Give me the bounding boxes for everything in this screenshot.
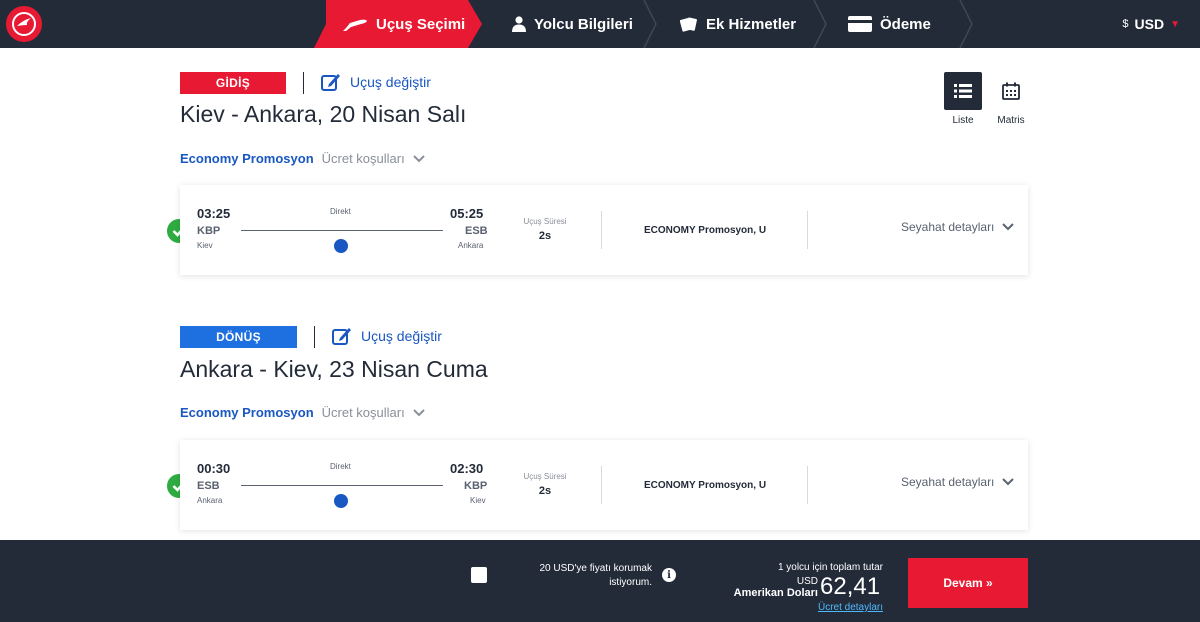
arrival-time: 02:30 [450,461,484,476]
tickets-icon [680,17,697,32]
top-navigation: Uçuş Seçimi Yolcu Bilgileri Ek Hizmetler… [0,0,1200,48]
step-label: Yolcu Bilgileri [534,15,633,33]
matrix-view-label: Matris [997,115,1025,126]
credit-card-icon [848,16,872,32]
arrival-time: 05:25 [450,206,484,221]
airline-logo-icon [334,239,348,253]
total-price-amount: 62,41 [820,573,881,600]
flight-route-line [241,230,443,231]
duration-label: Uçuş Süresi [523,217,567,226]
outbound-flight-card[interactable]: 03:25 KBP Kiev Direkt 05:25 ESB Ankara U… [180,185,1028,275]
change-return-flight-link[interactable]: Uçuş değiştir [331,325,442,347]
arrival-city: Ankara [458,241,484,250]
total-price-label: 1 yolcu için toplam tutar [777,562,883,573]
cabin-class: ECONOMY Promosyon, U [644,225,767,236]
step-payment[interactable]: Ödeme [848,0,931,48]
change-flight-label: Uçuş değiştir [361,328,442,344]
edit-icon [332,328,351,345]
departure-time: 00:30 [197,461,231,476]
list-view-button[interactable] [944,72,982,110]
divider [314,326,315,348]
flight-duration: 2s [538,485,552,497]
fare-conditions-link[interactable]: Ücret koşulları [322,151,405,166]
divider [601,211,602,249]
currency-selector[interactable]: $ USD ▼ [1122,0,1180,48]
arrival-city: Kiev [470,496,486,505]
flight-route-line [241,485,443,486]
person-icon [512,16,526,32]
divider [303,72,304,94]
fare-conditions-link[interactable]: Ücret koşulları [322,405,405,420]
list-view-label: Liste [952,115,974,126]
cabin-class: ECONOMY Promosyon, U [644,480,767,491]
currency-symbol: $ [1122,18,1129,30]
duration-label: Uçuş Süresi [523,472,567,481]
step-separator [813,0,827,48]
edit-icon [321,74,340,91]
list-icon [954,84,972,98]
total-currency-name: Amerikan Doları [733,587,818,599]
chevron-down-icon[interactable] [413,408,425,417]
turkish-airlines-logo-icon[interactable] [6,6,42,42]
step-label: Uçuş Seçimi [376,15,466,33]
departure-airport-code: KBP [197,225,221,237]
info-icon[interactable]: i [662,568,676,582]
outbound-fare-info: Economy Promosyon Ücret koşulları [180,151,425,166]
flight-type: Direkt [330,462,351,471]
chevron-down-icon [1002,478,1015,486]
return-route-title: Ankara - Kiev, 23 Nisan Cuma [180,356,488,382]
departure-airport-code: ESB [197,480,220,492]
step-separator [643,0,657,48]
chevron-down-icon [1002,223,1015,231]
travel-details-label: Seyahat detayları [901,475,995,489]
matrix-view-button[interactable] [992,72,1030,110]
step-label: Ek Hizmetler [706,15,797,33]
step-separator [959,0,973,48]
step-passenger-info[interactable]: Yolcu Bilgileri [512,0,633,48]
step-extra-services[interactable]: Ek Hizmetler [680,0,796,48]
chevron-down-icon[interactable] [413,154,425,163]
outbound-route-title: Kiev - Ankara, 20 Nisan Salı [180,101,467,127]
return-fare-info: Economy Promosyon Ücret koşulları [180,405,425,420]
step-flight-selection[interactable]: Uçuş Seçimi [340,0,465,48]
divider [601,466,602,504]
divider [807,466,808,504]
departure-time: 03:25 [197,206,231,221]
total-currency-code: USD [796,576,818,587]
arrival-airport-code: ESB [465,225,488,237]
fare-brand: Economy Promosyon [180,405,314,420]
departure-city: Kiev [197,241,213,250]
chevron-down-icon: ▼ [1170,18,1180,30]
checkout-bar: 20 USD'ye fiyatı korumak istiyorum. i 1 … [0,540,1200,622]
departure-city: Ankara [197,496,223,505]
calendar-icon [1002,82,1020,100]
return-flight-card[interactable]: 00:30 ESB Ankara Direkt 02:30 KBP Kiev U… [180,440,1028,530]
change-flight-label: Uçuş değiştir [350,74,431,90]
airline-logo-icon [334,494,348,508]
price-protection-label: 20 USD'ye fiyatı korumak istiyorum. [539,563,652,588]
outbound-badge: GİDİŞ [180,72,286,94]
change-outbound-flight-link[interactable]: Uçuş değiştir [320,71,431,93]
divider [807,211,808,249]
return-badge: DÖNÜŞ [180,326,297,348]
currency-code: USD [1134,16,1165,32]
fare-brand: Economy Promosyon [180,151,314,166]
travel-details-toggle[interactable]: Seyahat detayları [901,475,1015,489]
continue-button[interactable]: Devam » [908,558,1028,608]
travel-details-toggle[interactable]: Seyahat detayları [901,220,1015,234]
travel-details-label: Seyahat detayları [901,220,995,234]
fare-details-link[interactable]: Ücret detayları [790,602,883,613]
step-label: Ödeme [880,15,931,33]
plane-icon [341,19,367,31]
flight-duration: 2s [538,230,552,242]
flight-type: Direkt [330,207,351,216]
price-protection-checkbox[interactable] [471,567,487,583]
arrival-airport-code: KBP [464,480,488,492]
